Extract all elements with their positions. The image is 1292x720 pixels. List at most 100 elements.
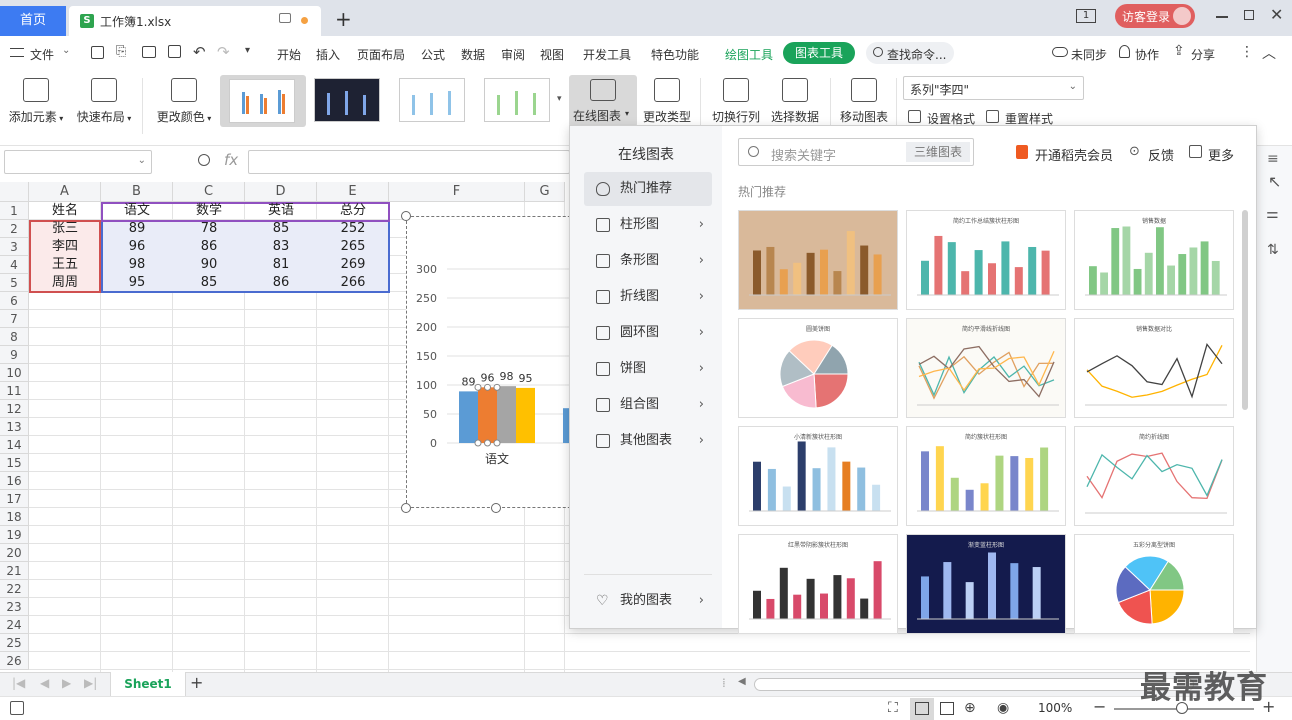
menu-item-page-layout[interactable]: 页面布局 bbox=[357, 46, 405, 63]
adjust-icon[interactable]: ⇅ bbox=[1267, 242, 1279, 258]
collapse-ribbon-icon[interactable]: ︿ bbox=[1262, 43, 1276, 63]
collab-button[interactable]: 协作 bbox=[1135, 46, 1159, 63]
data-cell[interactable]: 98 bbox=[101, 256, 173, 274]
row-header-23[interactable]: 23 bbox=[0, 598, 29, 616]
chart-template-card[interactable]: 渐变蓝柱形图 bbox=[906, 534, 1066, 634]
sidebar-collapse-icon[interactable]: ≡ bbox=[1267, 151, 1279, 167]
fullscreen-icon[interactable]: ⛶ bbox=[888, 700, 898, 716]
header-cell[interactable]: 姓名 bbox=[29, 202, 101, 220]
close-icon[interactable]: ✕ bbox=[1270, 5, 1283, 24]
header-cell[interactable]: 英语 bbox=[245, 202, 317, 220]
category-bar[interactable]: 条形图 › bbox=[584, 244, 712, 278]
category-combo[interactable]: 组合图 › bbox=[584, 388, 712, 422]
menu-item-formula[interactable]: 公式 bbox=[421, 46, 445, 63]
sheet-nav-first-icon[interactable]: |◀ bbox=[12, 676, 25, 690]
row-header-10[interactable]: 10 bbox=[0, 364, 29, 382]
category-column[interactable]: 柱形图 › bbox=[584, 208, 712, 242]
data-cell[interactable]: 86 bbox=[245, 274, 317, 292]
chart-template-card[interactable]: 简约簇状柱形图 bbox=[906, 426, 1066, 526]
preview-icon[interactable] bbox=[168, 45, 181, 58]
split-handle[interactable]: ⁞ bbox=[722, 676, 726, 690]
my-charts-item[interactable]: ♡ 我的图表 › bbox=[584, 584, 712, 618]
chart-template-card[interactable]: 简约平滑线折线图 bbox=[906, 318, 1066, 418]
chart-style-selected[interactable] bbox=[220, 75, 306, 127]
chart-template-card[interactable]: 小清新簇状柱形图 bbox=[738, 426, 898, 526]
row-header-4[interactable]: 4 bbox=[0, 256, 29, 274]
column-header-B[interactable]: B bbox=[101, 182, 173, 202]
chevron-down-icon[interactable]: ⌄ bbox=[62, 45, 70, 56]
menu-item-review[interactable]: 审阅 bbox=[501, 46, 525, 63]
maximize-icon[interactable] bbox=[1244, 10, 1254, 20]
data-cell[interactable]: 96 bbox=[101, 238, 173, 256]
cursor-icon[interactable]: ↖ bbox=[1268, 172, 1281, 191]
styles-expand-icon[interactable]: ▾ bbox=[557, 94, 562, 104]
row-header-13[interactable]: 13 bbox=[0, 418, 29, 436]
add-sheet-button[interactable]: + bbox=[190, 673, 203, 692]
data-cell[interactable]: 86 bbox=[173, 238, 245, 256]
settings-sliders-icon[interactable]: ⚌ bbox=[1266, 206, 1279, 222]
sheet-tab-sheet1[interactable]: Sheet1 bbox=[110, 672, 186, 696]
row-header-18[interactable]: 18 bbox=[0, 508, 29, 526]
category-line[interactable]: 折线图 › bbox=[584, 280, 712, 314]
series-selection-handle[interactable] bbox=[484, 383, 491, 391]
row-header-15[interactable]: 15 bbox=[0, 454, 29, 472]
series-selection-handle[interactable] bbox=[474, 383, 482, 391]
row-header-22[interactable]: 22 bbox=[0, 580, 29, 598]
menu-item-features[interactable]: 特色功能 bbox=[651, 46, 699, 63]
new-tab-button[interactable]: + bbox=[335, 7, 352, 31]
page-view-icon[interactable] bbox=[940, 702, 954, 715]
share-button[interactable]: 分享 bbox=[1191, 46, 1215, 63]
style-thumbnail-4[interactable] bbox=[484, 78, 550, 122]
category-pie[interactable]: 饼图 › bbox=[584, 352, 712, 386]
data-cell[interactable]: 95 bbox=[101, 274, 173, 292]
quick-layout-button[interactable]: 快速布局 ▾ bbox=[74, 78, 134, 125]
select-all-corner[interactable] bbox=[0, 182, 29, 202]
undo-icon[interactable]: ↶ bbox=[193, 43, 206, 61]
column-header-E[interactable]: E bbox=[317, 182, 389, 202]
save-icon[interactable] bbox=[91, 46, 104, 59]
chart-template-card[interactable]: 圆美饼图 bbox=[738, 318, 898, 418]
row-header-11[interactable]: 11 bbox=[0, 382, 29, 400]
menu-item-developer[interactable]: 开发工具 bbox=[583, 46, 631, 63]
chart-template-card[interactable] bbox=[738, 210, 898, 310]
bar-series-3[interactable] bbox=[497, 386, 516, 443]
chart-resize-handle[interactable] bbox=[401, 211, 411, 221]
row-header-25[interactable]: 25 bbox=[0, 634, 29, 652]
series-selection-handle[interactable] bbox=[493, 439, 501, 447]
menu-item-chart-tool[interactable]: 图表工具 bbox=[783, 42, 855, 64]
row-header-2[interactable]: 2 bbox=[0, 220, 29, 238]
header-cell[interactable]: 语文 bbox=[101, 202, 173, 220]
fx-icon[interactable]: fx bbox=[224, 151, 238, 169]
bar-series-2[interactable] bbox=[478, 387, 497, 443]
row-header-20[interactable]: 20 bbox=[0, 544, 29, 562]
menu-item-draw-tool[interactable]: 绘图工具 bbox=[725, 46, 773, 63]
row-header-14[interactable]: 14 bbox=[0, 436, 29, 454]
more-button[interactable]: 更多 bbox=[1208, 145, 1234, 164]
print-icon[interactable] bbox=[142, 46, 156, 58]
vip-button[interactable]: 开通稻壳会员 bbox=[1035, 145, 1113, 164]
row-header-3[interactable]: 3 bbox=[0, 238, 29, 256]
sync-status[interactable]: 未同步 bbox=[1071, 46, 1107, 63]
data-cell[interactable]: 85 bbox=[173, 274, 245, 292]
feedback-button[interactable]: 反馈 bbox=[1148, 145, 1174, 164]
workbook-tab[interactable]: S 工作簿1.xlsx bbox=[69, 6, 321, 36]
menu-item-data[interactable]: 数据 bbox=[461, 46, 485, 63]
column-header-A[interactable]: A bbox=[29, 182, 101, 202]
row-header-6[interactable]: 6 bbox=[0, 292, 29, 310]
column-header-D[interactable]: D bbox=[245, 182, 317, 202]
category-hot[interactable]: 热门推荐 bbox=[584, 172, 712, 206]
name-box[interactable]: ⌄ bbox=[4, 150, 152, 174]
menu-item-insert[interactable]: 插入 bbox=[316, 46, 340, 63]
series-selection-handle[interactable] bbox=[474, 439, 482, 447]
row-header-9[interactable]: 9 bbox=[0, 346, 29, 364]
data-cell[interactable]: 王五 bbox=[29, 256, 101, 274]
data-cell[interactable]: 90 bbox=[173, 256, 245, 274]
row-header-8[interactable]: 8 bbox=[0, 328, 29, 346]
row-header-21[interactable]: 21 bbox=[0, 562, 29, 580]
chart-template-card[interactable]: 五彩分离型饼图 bbox=[1074, 534, 1234, 634]
sheet-nav-prev-icon[interactable]: ◀ bbox=[40, 676, 49, 690]
bar-series-4[interactable] bbox=[516, 387, 535, 443]
sheet-nav-last-icon[interactable]: ▶| bbox=[84, 676, 97, 690]
row-header-19[interactable]: 19 bbox=[0, 526, 29, 544]
data-cell[interactable]: 252 bbox=[317, 220, 389, 238]
